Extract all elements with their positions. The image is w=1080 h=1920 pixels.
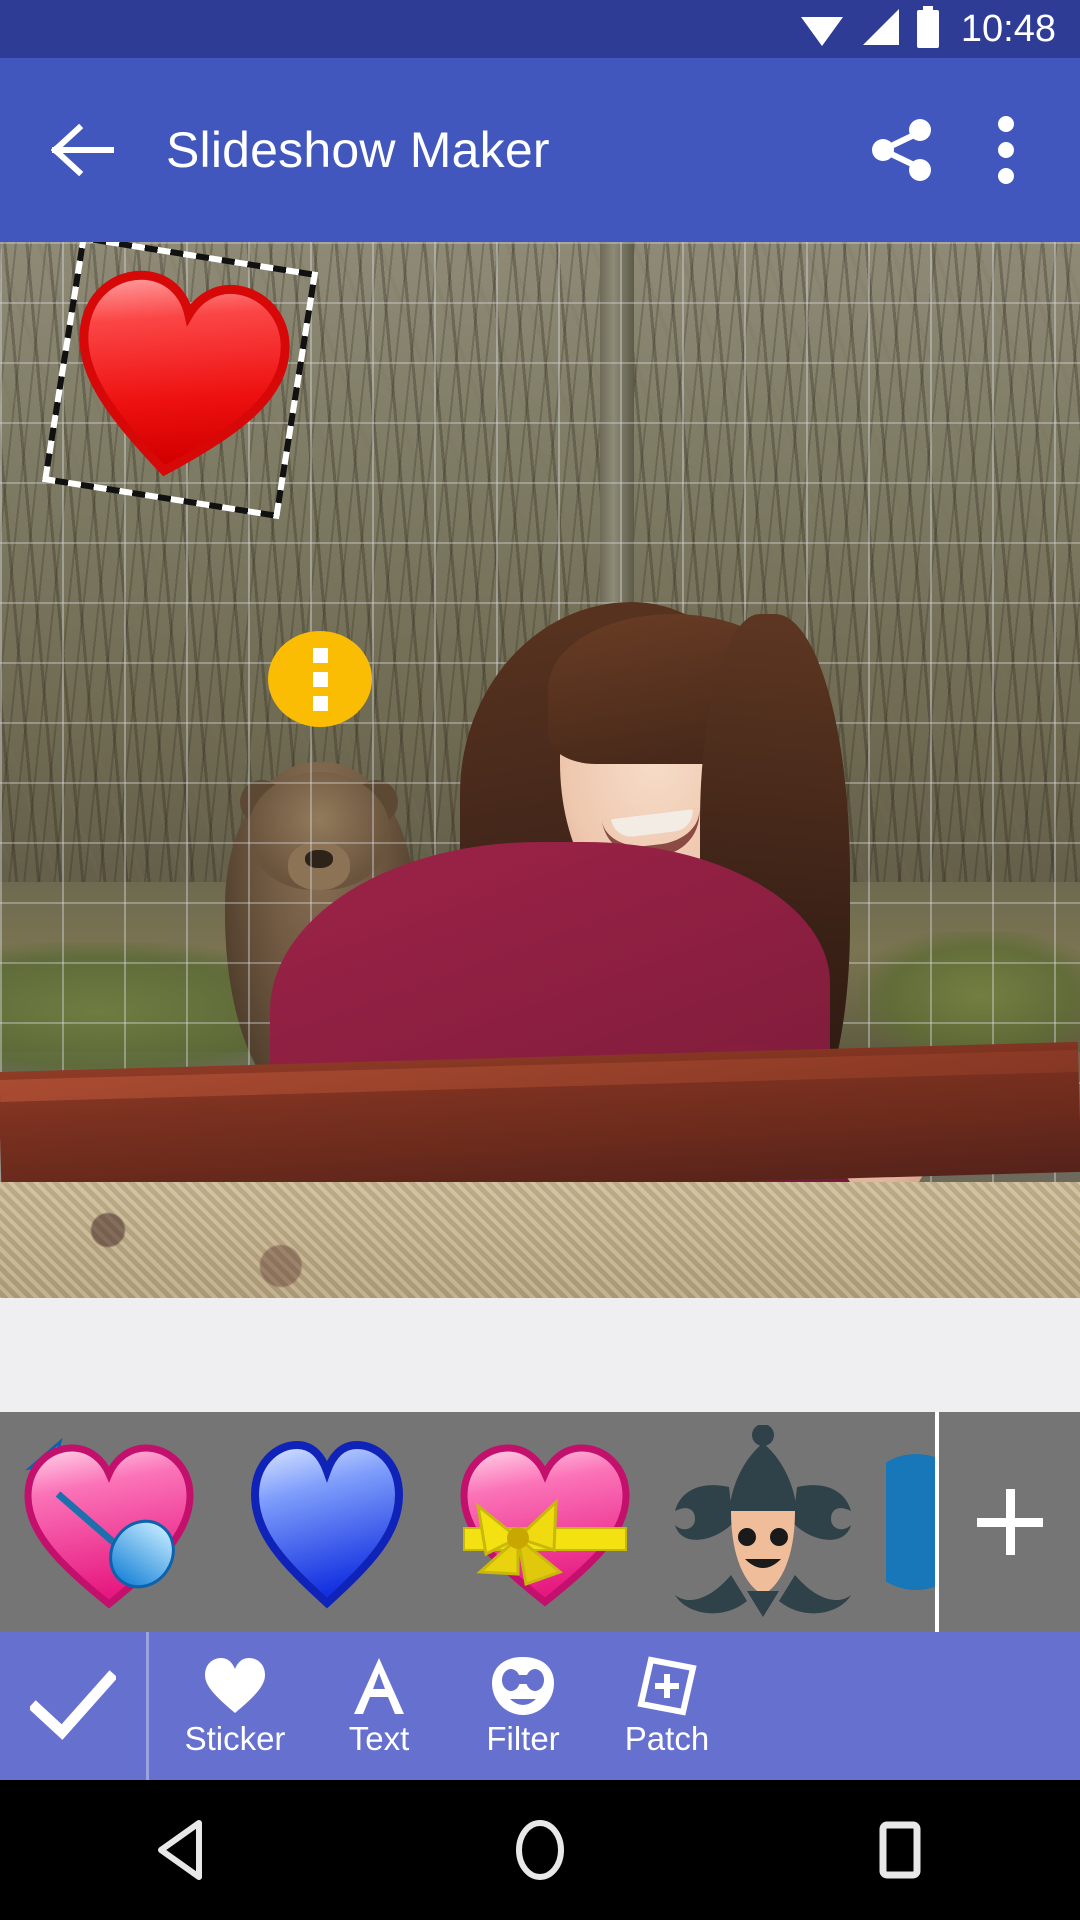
android-navigation-bar [0, 1780, 1080, 1920]
bottom-toolbar: Sticker Text Filter Patch [0, 1632, 1080, 1780]
add-sticker-button[interactable] [939, 1412, 1080, 1632]
vertical-dots-icon [312, 695, 328, 711]
photo-gravel [0, 1182, 1080, 1298]
cellular-signal-icon [859, 7, 901, 52]
sticker-options-button[interactable] [268, 631, 372, 727]
status-bar: 10:48 [0, 0, 1080, 58]
vertical-dots-icon [312, 671, 328, 687]
sticker-tray [0, 1412, 1080, 1632]
share-icon[interactable] [850, 98, 954, 202]
heart-with-ribbon-sticker[interactable] [436, 1412, 654, 1632]
tool-items: Sticker Text Filter Patch [149, 1632, 1080, 1780]
android-back-button[interactable] [105, 1780, 255, 1920]
back-arrow-icon[interactable] [28, 95, 138, 205]
tool-label: Sticker [184, 1720, 286, 1757]
photo-editing-canvas[interactable] [0, 242, 1080, 1298]
heart-icon [203, 1655, 267, 1717]
red-heart-icon [79, 270, 290, 477]
app-screen: 10:48 Slideshow Maker Sticker Text Filte… [0, 0, 1080, 1920]
jester-face-sticker[interactable] [654, 1412, 872, 1632]
wifi-icon [799, 7, 845, 52]
plus-icon [976, 1489, 1043, 1555]
blue-heart-sticker[interactable] [218, 1412, 436, 1632]
checkmark-icon [30, 1670, 116, 1740]
partial-blue-sticker[interactable] [872, 1412, 935, 1632]
mask-icon [490, 1655, 556, 1717]
android-recents-button[interactable] [825, 1780, 975, 1920]
red-heart-sticker[interactable] [41, 242, 319, 520]
confirm-button[interactable] [0, 1632, 146, 1780]
tool-sticker[interactable]: Sticker [163, 1632, 307, 1780]
tool-label: Filter [486, 1720, 560, 1757]
battery-icon [915, 5, 941, 53]
tool-patch[interactable]: Patch [595, 1632, 739, 1780]
page-title: Slideshow Maker [166, 122, 550, 178]
sticker-scroller[interactable] [0, 1412, 935, 1632]
tool-filter[interactable]: Filter [451, 1632, 595, 1780]
canvas-gap [0, 1298, 1080, 1412]
heart-with-arrow-sticker[interactable] [0, 1412, 218, 1632]
overflow-menu-icon[interactable] [954, 98, 1058, 202]
patch-plus-icon [635, 1655, 699, 1717]
letter-a-icon [349, 1655, 409, 1717]
tool-label: Patch [624, 1720, 710, 1757]
app-bar: Slideshow Maker [0, 58, 1080, 242]
tool-text[interactable]: Text [307, 1632, 451, 1780]
android-home-button[interactable] [465, 1780, 615, 1920]
status-bar-clock: 10:48 [960, 8, 1056, 50]
tool-label: Text [348, 1720, 410, 1757]
vertical-dots-icon [312, 647, 328, 663]
